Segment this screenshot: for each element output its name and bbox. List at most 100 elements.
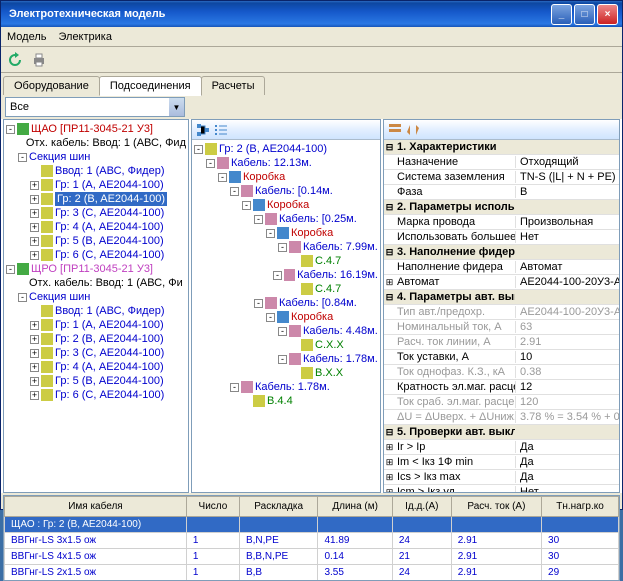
minimize-button[interactable]: _: [551, 4, 572, 25]
column-header[interactable]: Тн.нагр.ко: [542, 497, 619, 517]
tree-node[interactable]: -Коробка: [194, 226, 378, 240]
table-row[interactable]: ВВГнг-LS 2x1.5 ож1B,B3.55242.9129: [5, 565, 619, 581]
tree-node[interactable]: Отх. кабель: Ввод: 1 (АВС, Фид: [6, 136, 186, 150]
tree-toggle[interactable]: -: [6, 125, 15, 134]
tree-node[interactable]: +Гр: 1 (А, AE2044-100): [6, 178, 186, 192]
tree-toggle[interactable]: -: [254, 215, 263, 224]
tree-node[interactable]: -Секция шин: [6, 290, 186, 304]
tree-node[interactable]: -Гр: 2 (B, AE2044-100): [194, 142, 378, 156]
property-row[interactable]: НазначениеОтходящий: [384, 155, 619, 170]
column-header[interactable]: Имя кабеля: [5, 497, 187, 517]
tree-node[interactable]: -Коробка: [194, 170, 378, 184]
tree-toggle[interactable]: -: [278, 327, 287, 336]
tree-toggle[interactable]: +: [30, 377, 39, 386]
cable-table[interactable]: Имя кабеляЧислоРаскладкаДлина (м)Iд.д.(А…: [3, 495, 620, 581]
column-header[interactable]: Число: [186, 497, 239, 517]
tree-node[interactable]: В.4.4: [194, 394, 378, 408]
menu-electric[interactable]: Электрика: [58, 31, 112, 43]
tree-node[interactable]: -Кабель: [0.14м.: [194, 184, 378, 198]
tree-toggle[interactable]: -: [273, 271, 282, 280]
tree-toggle[interactable]: -: [206, 159, 215, 168]
tree-toggle[interactable]: +: [30, 363, 39, 372]
filter-combo[interactable]: ▼: [5, 97, 185, 117]
tree-node[interactable]: +Гр: 6 (С, AE2044-100): [6, 388, 186, 402]
tab-connections[interactable]: Подсоединения: [99, 76, 202, 96]
maximize-button[interactable]: □: [574, 4, 595, 25]
property-row[interactable]: Использовать большее ч.Нет: [384, 230, 619, 245]
tree-node[interactable]: В.X.X: [194, 366, 378, 380]
property-row[interactable]: ⊞Icm > Iкз уд.Нет: [384, 485, 619, 493]
table-row[interactable]: ВВГнг-LS 4x1.5 ож1B,B,N,PE0.14212.9130: [5, 549, 619, 565]
middle-tree[interactable]: -Гр: 2 (B, AE2044-100)-Кабель: 12.13м.-К…: [192, 140, 380, 492]
tree-node[interactable]: +Гр: 1 (А, AE2044-100): [6, 318, 186, 332]
tree-node[interactable]: -Кабель: 4.48м.: [194, 324, 378, 338]
refresh-icon[interactable]: [7, 52, 23, 68]
print-icon[interactable]: [31, 52, 47, 68]
tree-icon[interactable]: [196, 123, 210, 137]
left-tree[interactable]: -ЩАО [ПР11-3045-21 У3]Отх. кабель: Ввод:…: [4, 120, 188, 472]
property-row[interactable]: ⊞Ir > IpДа: [384, 440, 619, 455]
property-row[interactable]: Система заземленияTN-S (|L| + N + PE): [384, 170, 619, 185]
tree-toggle[interactable]: +: [30, 349, 39, 358]
tree-toggle[interactable]: +: [30, 321, 39, 330]
tab-equipment[interactable]: Оборудование: [3, 76, 100, 95]
tree-node[interactable]: +Гр: 6 (С, AE2044-100): [6, 248, 186, 262]
tree-node[interactable]: +Гр: 4 (А, AE2044-100): [6, 360, 186, 374]
tree-node[interactable]: Ввод: 1 (АВС, Фидер): [6, 304, 186, 318]
tree-toggle[interactable]: -: [266, 229, 275, 238]
tree-toggle[interactable]: +: [30, 223, 39, 232]
tree-node[interactable]: -Кабель: 16.19м.: [194, 268, 378, 282]
property-row[interactable]: Марка проводаПроизвольная: [384, 215, 619, 230]
category-icon[interactable]: [388, 123, 402, 137]
table-row[interactable]: ВВГнг-LS 3x1.5 ож1B,N,PE41.89242.9130: [5, 533, 619, 549]
tree-node[interactable]: -Кабель: [0.25м.: [194, 212, 378, 226]
tree-toggle[interactable]: -: [6, 265, 15, 274]
tree-toggle[interactable]: -: [218, 173, 227, 182]
tree-node[interactable]: Ввод: 1 (АВС, Фидер): [6, 164, 186, 178]
tree-toggle[interactable]: +: [30, 209, 39, 218]
tree-toggle[interactable]: -: [18, 153, 27, 162]
tree-toggle[interactable]: +: [30, 181, 39, 190]
tree-toggle[interactable]: -: [230, 383, 239, 392]
tree-node[interactable]: +Гр: 3 (С, AE2044-100): [6, 206, 186, 220]
tree-node[interactable]: -Кабель: 7.99м.: [194, 240, 378, 254]
tree-node[interactable]: С.X.X: [194, 338, 378, 352]
tree-toggle[interactable]: +: [30, 237, 39, 246]
column-header[interactable]: Iд.д.(А): [392, 497, 451, 517]
sort-icon[interactable]: [406, 123, 420, 137]
chevron-down-icon[interactable]: ▼: [169, 98, 184, 116]
properties-panel[interactable]: ⊟1. ХарактеристикиНазначениеОтходящийСис…: [384, 140, 619, 493]
tree-toggle[interactable]: +: [30, 251, 39, 260]
property-row[interactable]: ⊞АвтоматAE2044-100-20У3-А: [384, 275, 619, 290]
tree-node[interactable]: -Кабель: 12.13м.: [194, 156, 378, 170]
tree-node[interactable]: -ЩРО [ПР11-3045-21 У3]: [6, 262, 186, 276]
tree-node[interactable]: -Коробка: [194, 310, 378, 324]
tree-node[interactable]: -Кабель: 1.78м.: [194, 352, 378, 366]
property-row[interactable]: ⊞Ics > Iкз maxДа: [384, 470, 619, 485]
filter-input[interactable]: [6, 101, 169, 113]
tree-node[interactable]: +Гр: 5 (В, AE2044-100): [6, 234, 186, 248]
tree-node[interactable]: -ЩАО [ПР11-3045-21 У3]: [6, 122, 186, 136]
tree-toggle[interactable]: -: [278, 355, 287, 364]
close-button[interactable]: ×: [597, 4, 618, 25]
list-icon[interactable]: [214, 123, 228, 137]
table-row[interactable]: ЩАО : Гр: 2 (B, AE2044-100): [5, 517, 619, 533]
tree-node[interactable]: -Кабель: 1.78м.: [194, 380, 378, 394]
tab-calculations[interactable]: Расчеты: [201, 76, 266, 95]
tree-node[interactable]: С.4.7: [194, 282, 378, 296]
column-header[interactable]: Длина (м): [318, 497, 392, 517]
tree-node[interactable]: -Секция шин: [6, 150, 186, 164]
tree-toggle[interactable]: -: [18, 293, 27, 302]
property-row[interactable]: Кратность эл.маг. расце12: [384, 380, 619, 395]
tree-toggle[interactable]: +: [30, 391, 39, 400]
tree-node[interactable]: +Гр: 4 (А, AE2044-100): [6, 220, 186, 234]
tree-node[interactable]: -Кабель: [0.84м.: [194, 296, 378, 310]
column-header[interactable]: Раскладка: [239, 497, 317, 517]
tree-toggle[interactable]: -: [230, 187, 239, 196]
tree-node[interactable]: Отх. кабель: Ввод: 1 (АВС, Фи: [6, 276, 186, 290]
tree-node[interactable]: -Коробка: [194, 198, 378, 212]
tree-node[interactable]: +Гр: 5 (В, AE2044-100): [6, 374, 186, 388]
tree-toggle[interactable]: -: [266, 313, 275, 322]
column-header[interactable]: Расч. ток (А): [451, 497, 541, 517]
tree-toggle[interactable]: -: [278, 243, 287, 252]
